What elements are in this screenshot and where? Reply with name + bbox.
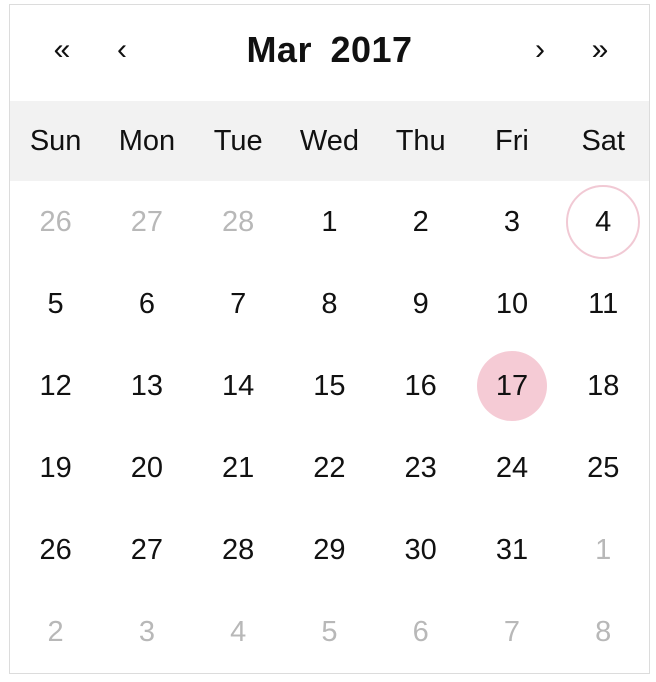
- day-cell[interactable]: 6: [101, 263, 192, 345]
- day-number: 21: [222, 451, 255, 484]
- day-cell[interactable]: 22: [284, 427, 375, 509]
- day-cell-other-month[interactable]: 5: [284, 591, 375, 673]
- day-number: 14: [222, 369, 255, 402]
- day-cell[interactable]: 13: [101, 345, 192, 427]
- day-number: 20: [130, 451, 164, 484]
- day-number: 4: [566, 185, 641, 259]
- day-number: 6: [138, 287, 155, 320]
- weekday-wed: Wed: [299, 125, 359, 157]
- day-cell-other-month[interactable]: 3: [101, 591, 192, 673]
- day-cell[interactable]: 8: [284, 263, 375, 345]
- day-cell[interactable]: 14: [193, 345, 284, 427]
- day-number: 19: [39, 451, 72, 484]
- weekday-header-row: Sun Mon Tue Wed Thu Fri Sat: [10, 101, 649, 181]
- day-cell[interactable]: 29: [284, 509, 375, 591]
- weekday-thu: Thu: [395, 125, 446, 157]
- day-number: 22: [313, 451, 346, 484]
- day-number: 28: [222, 533, 255, 566]
- day-cell[interactable]: 12: [10, 345, 101, 427]
- day-cell-other-month[interactable]: 1: [558, 509, 649, 591]
- day-number: 12: [39, 369, 72, 402]
- day-cell[interactable]: 7: [193, 263, 284, 345]
- day-number: 5: [321, 615, 338, 648]
- day-number: 28: [222, 205, 255, 238]
- day-number: 10: [495, 287, 529, 320]
- day-cell[interactable]: 1: [284, 181, 375, 263]
- day-number: 13: [130, 369, 164, 402]
- day-number: 31: [495, 533, 529, 566]
- day-cell[interactable]: 28: [193, 509, 284, 591]
- weekday-tue: Tue: [213, 125, 263, 157]
- day-cell[interactable]: 16: [375, 345, 466, 427]
- day-number: 1: [595, 533, 612, 566]
- weekday-mon: Mon: [118, 125, 176, 157]
- day-number: 30: [404, 533, 437, 566]
- day-cell[interactable]: 9: [375, 263, 466, 345]
- day-cell[interactable]: 31: [466, 509, 557, 591]
- day-cell[interactable]: 24: [466, 427, 557, 509]
- day-number: 23: [404, 451, 437, 484]
- next-month-button[interactable]: ›: [520, 25, 560, 75]
- day-cell-other-month[interactable]: 28: [193, 181, 284, 263]
- day-number: 5: [47, 287, 64, 320]
- weekday-sun: Sun: [29, 125, 82, 157]
- day-number: 15: [313, 369, 346, 402]
- day-number: 27: [130, 205, 164, 238]
- day-number: 8: [595, 615, 612, 648]
- day-number: 18: [587, 369, 620, 402]
- day-number: 4: [230, 615, 247, 648]
- day-cell[interactable]: 30: [375, 509, 466, 591]
- weekday-sat: Sat: [581, 125, 625, 157]
- day-number: 26: [39, 533, 72, 566]
- day-cell[interactable]: 3: [466, 181, 557, 263]
- day-number: 29: [313, 533, 346, 566]
- day-cell[interactable]: 27: [101, 509, 192, 591]
- day-cell-other-month[interactable]: 2: [10, 591, 101, 673]
- day-cell-other-month[interactable]: 7: [466, 591, 557, 673]
- weekday-fri: Fri: [495, 125, 529, 157]
- day-number: 6: [412, 615, 429, 648]
- day-cell[interactable]: 20: [101, 427, 192, 509]
- day-cell[interactable]: 23: [375, 427, 466, 509]
- day-cell[interactable]: 19: [10, 427, 101, 509]
- day-number: 26: [39, 205, 72, 238]
- day-number: 8: [321, 287, 338, 320]
- day-cell[interactable]: 21: [193, 427, 284, 509]
- date-picker-calendar: « ‹ Mar 2017 › » Sun Mon Tue Wed Thu Fri…: [9, 4, 650, 674]
- day-number: 17: [476, 351, 547, 421]
- day-number: 2: [412, 205, 429, 238]
- day-cell-today[interactable]: 4: [558, 181, 649, 263]
- day-cell-other-month[interactable]: 6: [375, 591, 466, 673]
- day-cell-other-month[interactable]: 4: [193, 591, 284, 673]
- day-number: 11: [588, 287, 619, 320]
- day-number: 7: [230, 287, 247, 320]
- day-number: 27: [130, 533, 164, 566]
- day-number: 1: [321, 205, 338, 238]
- day-cell[interactable]: 18: [558, 345, 649, 427]
- day-number: 3: [138, 615, 155, 648]
- day-number: 16: [404, 369, 437, 402]
- day-cell[interactable]: 25: [558, 427, 649, 509]
- calendar-header: « ‹ Mar 2017 › »: [10, 5, 649, 101]
- day-number: 24: [495, 451, 529, 484]
- day-cell-other-month[interactable]: 8: [558, 591, 649, 673]
- day-cell[interactable]: 10: [466, 263, 557, 345]
- next-year-button[interactable]: »: [580, 25, 620, 75]
- day-grid: 26 27 28 1 2 3 4 5 6 7 8 9 10 11 12 13 14 15 16 17 18 19 20 21 2…: [10, 181, 649, 673]
- day-cell[interactable]: 2: [375, 181, 466, 263]
- day-number: 2: [47, 615, 64, 648]
- day-cell[interactable]: 26: [10, 509, 101, 591]
- day-cell-other-month[interactable]: 26: [10, 181, 101, 263]
- day-cell-selected[interactable]: 17: [466, 345, 557, 427]
- day-cell[interactable]: 5: [10, 263, 101, 345]
- day-number: 3: [503, 205, 521, 238]
- day-number: 9: [412, 287, 429, 320]
- day-cell[interactable]: 15: [284, 345, 375, 427]
- day-cell-other-month[interactable]: 27: [101, 181, 192, 263]
- day-number: 25: [587, 451, 620, 484]
- day-cell[interactable]: 11: [558, 263, 649, 345]
- day-number: 7: [503, 615, 521, 648]
